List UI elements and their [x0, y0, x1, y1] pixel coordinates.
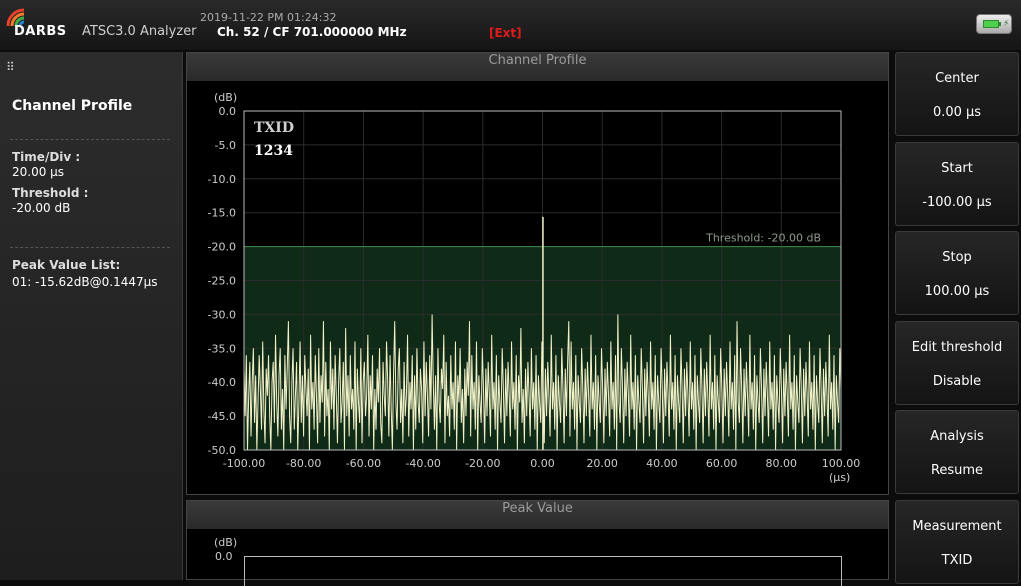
button-value: TXID	[941, 552, 973, 568]
y-tick-label: 0.0	[219, 105, 237, 118]
button-title: Edit threshold	[911, 339, 1003, 355]
txid-label: TXID	[254, 120, 294, 136]
x-tick-label: 20.00	[586, 457, 618, 470]
x-tick-label: -20.00	[465, 457, 500, 470]
button-title: Start	[941, 160, 973, 176]
peak-value-panel: Peak Value (dB) 0.0	[186, 500, 889, 586]
x-unit-label: (µs)	[829, 471, 850, 484]
panel-title: Channel Profile	[12, 98, 133, 114]
x-tick-label: -60.00	[346, 457, 381, 470]
button-value: -100.00 µs	[922, 194, 992, 210]
y-unit-label: (dB)	[214, 91, 237, 104]
txid-value: 1234	[254, 143, 293, 159]
button-title: Stop	[942, 250, 972, 265]
threshold-value: -20.00 dB	[12, 201, 71, 215]
peak-list-label: Peak Value List:	[12, 258, 121, 272]
button-value: 100.00 µs	[924, 284, 990, 299]
button-value: Resume	[930, 463, 984, 478]
y-tick-label: -30.0	[208, 308, 236, 321]
y-tick-label: 0.0	[215, 550, 233, 563]
channel-frequency: Ch. 52 / CF 701.000000 MHz	[217, 25, 407, 39]
ext-reference-indicator: [Ext]	[489, 26, 522, 40]
y-tick-label: -40.0	[208, 376, 236, 389]
x-tick-label: -100.00	[223, 457, 265, 470]
channel-profile-chart[interactable]: 0.0 -5.0 -10.0 -15.0 -20.0 -25.0 -30.0 -35.0 -40…	[187, 53, 890, 496]
top-bar: DARBS ATSC3.0 Analyzer 2019-11-22 PM 01:…	[0, 0, 1021, 50]
y-tick-label: -5.0	[215, 139, 236, 152]
app-name: ATSC3.0 Analyzer	[82, 24, 197, 39]
info-panel: ⠿ Channel Profile Time/Div : 20.00 µs Th…	[0, 52, 183, 580]
start-button[interactable]: Start -100.00 µs	[895, 141, 1019, 226]
datetime: 2019-11-22 PM 01:24:32	[200, 11, 337, 24]
edit-threshold-button[interactable]: Edit threshold Disable	[895, 320, 1019, 405]
brand-name: DARBS	[14, 24, 67, 39]
button-title: Analysis	[930, 429, 984, 444]
analysis-button[interactable]: Analysis Resume	[895, 410, 1019, 494]
y-tick-label: -35.0	[208, 342, 236, 355]
y-tick-label: -15.0	[208, 207, 236, 220]
y-unit-label: (dB)	[214, 536, 238, 549]
panel-header: Peak Value	[187, 501, 888, 529]
divider	[10, 139, 170, 140]
drag-grip-icon[interactable]: ⠿	[6, 60, 15, 74]
button-title: Measurement	[912, 518, 1002, 534]
y-tick-label: -45.0	[208, 410, 236, 423]
y-tick-label: -20.0	[208, 241, 236, 254]
x-tick-label: 40.00	[646, 457, 678, 470]
y-tick-label: -25.0	[208, 275, 236, 288]
button-value: 0.00 µs	[932, 105, 982, 120]
peak-value-plot[interactable]	[244, 556, 842, 586]
y-tick-label: -10.0	[208, 173, 236, 186]
divider	[10, 247, 170, 248]
x-tick-label: 0.00	[530, 457, 555, 470]
stop-button[interactable]: Stop 100.00 µs	[895, 231, 1019, 315]
x-tick-label: 100.00	[822, 457, 861, 470]
time-div-label: Time/Div :	[12, 150, 81, 164]
y-tick-label: -50.0	[208, 444, 236, 457]
x-tick-label: -40.00	[405, 457, 440, 470]
time-div-value: 20.00 µs	[12, 165, 65, 179]
x-tick-label: -80.00	[286, 457, 321, 470]
battery-charging-icon: ⚡	[976, 14, 1012, 34]
channel-profile-panel: Channel Profile 0.0 -5.0 -10.0 -15.0 -20.0 -2…	[186, 52, 889, 495]
threshold-label: Threshold: -20.00 dB	[705, 232, 821, 245]
x-tick-label: 80.00	[766, 457, 798, 470]
peak-list-entry: 01: -15.62dB@0.1447µs	[12, 275, 158, 289]
button-title: Center	[935, 71, 979, 86]
threshold-label: Threshold :	[12, 186, 89, 200]
center-button[interactable]: Center 0.00 µs	[895, 52, 1019, 136]
button-value: Disable	[932, 373, 982, 389]
x-tick-label: 60.00	[706, 457, 738, 470]
measurement-button[interactable]: Measurement TXID	[895, 499, 1019, 584]
soft-key-panel: Center 0.00 µs Start -100.00 µs Stop 100…	[893, 52, 1021, 584]
